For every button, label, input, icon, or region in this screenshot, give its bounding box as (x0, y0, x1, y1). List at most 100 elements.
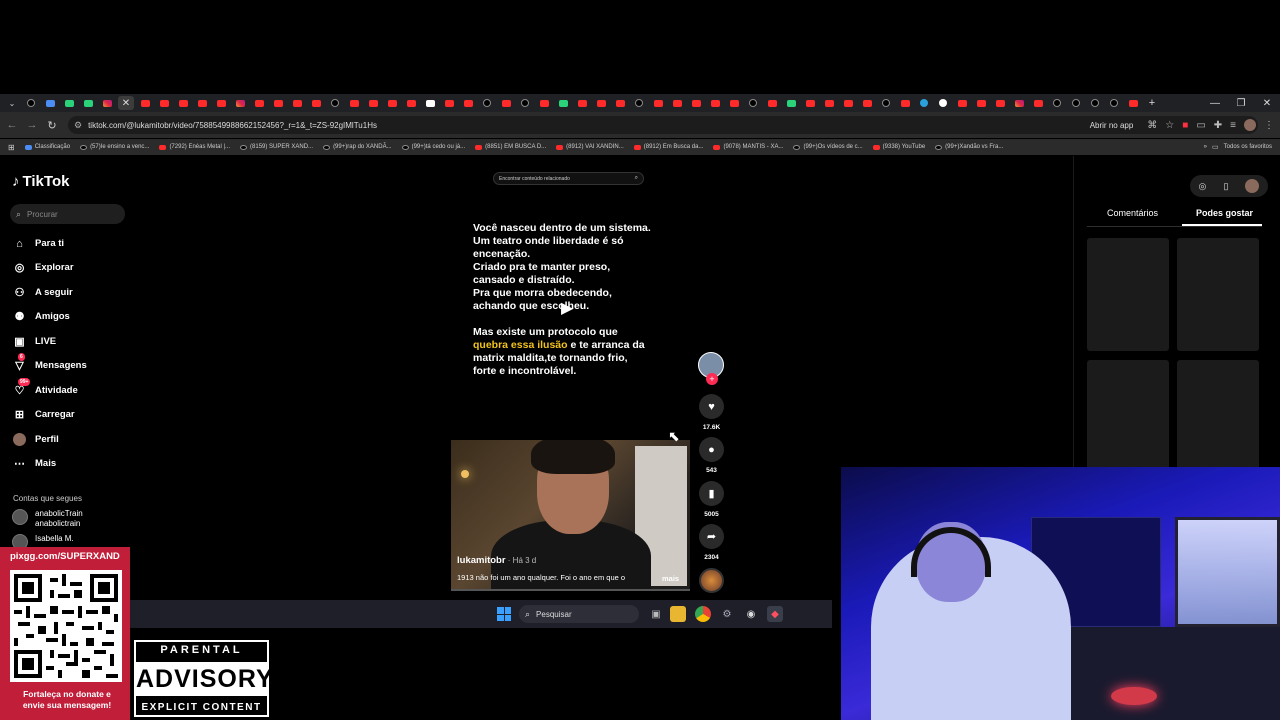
share-button[interactable]: ➦ (699, 524, 724, 549)
browser-tab[interactable] (327, 96, 343, 110)
browser-tab[interactable] (954, 96, 970, 110)
bookmark-item[interactable]: (8851) EM BUSCA D... (475, 144, 546, 150)
bookmark-item[interactable]: (8912) VAI XANDIN... (556, 144, 624, 150)
browser-tab[interactable] (517, 96, 533, 110)
browser-tab[interactable] (289, 96, 305, 110)
browser-tab[interactable] (764, 96, 780, 110)
sidebar-item-messages[interactable]: ▽ 6 Mensagens (12, 353, 87, 373)
related-search-input[interactable]: Encontrar conteúdo relacionado ⌕ (493, 172, 644, 185)
avatar[interactable] (1245, 179, 1260, 193)
browser-tab[interactable] (555, 96, 571, 110)
browser-tab[interactable] (669, 96, 685, 110)
tiktok-logo[interactable]: ♪ TikTok (12, 173, 69, 190)
open-in-app-button[interactable]: Abrir no app (1083, 118, 1140, 132)
site-info-icon[interactable]: ⚙ (74, 120, 82, 131)
browser-tab[interactable] (726, 96, 742, 110)
extension-icon[interactable]: ■ (1182, 120, 1188, 131)
suggested-video-thumb[interactable] (1087, 360, 1169, 473)
steam-icon[interactable]: ◆ (767, 606, 783, 622)
browser-tab[interactable] (308, 96, 324, 110)
tab-comments[interactable]: Comentários (1107, 208, 1158, 218)
follow-plus-icon[interactable]: + (706, 373, 718, 385)
browser-tab[interactable] (422, 96, 438, 110)
chrome-icon[interactable] (695, 606, 711, 622)
bookmark-item[interactable]: Classificação (24, 144, 70, 150)
bookmark-item[interactable]: (99+)rap do XANDÃ... (323, 144, 392, 150)
tab-search-button[interactable]: ⌄ (4, 96, 20, 110)
browser-tab[interactable] (194, 96, 210, 110)
browser-tab[interactable] (783, 96, 799, 110)
browser-tab[interactable] (536, 96, 552, 110)
bookmark-item[interactable]: (57)Ie ensino a venc... (80, 144, 149, 150)
browser-tab[interactable] (1125, 96, 1141, 110)
browser-tab[interactable] (1087, 96, 1103, 110)
forward-icon[interactable]: → (22, 115, 42, 135)
browser-tab[interactable] (137, 96, 153, 110)
browser-tab[interactable] (935, 96, 951, 110)
browser-tab[interactable] (346, 96, 362, 110)
sidebar-item-profile[interactable]: Perfil (12, 432, 59, 447)
browser-tab[interactable] (1030, 96, 1046, 110)
browser-tab[interactable] (992, 96, 1008, 110)
browser-tab[interactable] (384, 96, 400, 110)
browser-tab[interactable]: ✕ (118, 96, 134, 110)
sidebar-item-live[interactable]: ▣ LIVE (12, 334, 56, 349)
minimize-icon[interactable]: — (1202, 94, 1228, 112)
browser-tab[interactable] (745, 96, 761, 110)
browser-tab[interactable] (1068, 96, 1084, 110)
bookmark-item[interactable]: (99+)Os vídeos de c... (793, 144, 863, 150)
back-icon[interactable]: ← (2, 115, 22, 135)
menu-kebab-icon[interactable]: ⋮ (1264, 120, 1274, 131)
browser-tab[interactable] (897, 96, 913, 110)
browser-tab[interactable] (403, 96, 419, 110)
browser-tab[interactable] (840, 96, 856, 110)
all-bookmarks-link[interactable]: Todos os favoritos (1224, 144, 1272, 150)
browser-tab[interactable] (878, 96, 894, 110)
like-button[interactable]: ♥ (699, 394, 724, 419)
bookmark-star-icon[interactable]: ☆ (1165, 120, 1174, 131)
browser-tab[interactable] (365, 96, 381, 110)
comment-button[interactable]: ● (699, 437, 724, 462)
bookmark-item[interactable]: (8159) SUPER XAND... (240, 144, 313, 150)
suggested-video-thumb[interactable] (1177, 238, 1259, 351)
browser-tab[interactable] (707, 96, 723, 110)
browser-tab[interactable] (650, 96, 666, 110)
save-button[interactable]: ▮ (699, 481, 724, 506)
file-explorer-icon[interactable] (670, 606, 686, 622)
browser-tab[interactable] (479, 96, 495, 110)
task-view-icon[interactable]: ▣ (648, 606, 664, 622)
sidebar-item-for-you[interactable]: ⌂ Para ti (12, 236, 64, 251)
video-author[interactable]: lukamitobr · Há 3 d (457, 555, 536, 566)
media-icon[interactable]: ≡ (1230, 120, 1236, 131)
browser-tab[interactable] (1011, 96, 1027, 110)
sidebar-item-friends[interactable]: ⚉ Amigos (12, 309, 70, 324)
search-input[interactable]: ⌕ Procurar (10, 204, 125, 224)
extensions-puzzle-icon[interactable]: ✚ (1214, 120, 1222, 131)
followed-account[interactable]: anabolicTrain anabolictrain (12, 509, 83, 528)
browser-tab[interactable] (270, 96, 286, 110)
browser-tab[interactable] (1049, 96, 1065, 110)
bookmark-item[interactable]: (7292) Enéas Metal |... (159, 144, 230, 150)
new-tab-button[interactable]: + (1144, 96, 1160, 110)
browser-tab[interactable] (251, 96, 267, 110)
profile-avatar-icon[interactable] (1244, 119, 1256, 131)
suggested-video-thumb[interactable] (1177, 360, 1259, 473)
tab-you-may-like[interactable]: Podes gostar (1196, 208, 1253, 218)
apps-grid-icon[interactable]: ⊞ (8, 143, 15, 152)
play-icon[interactable]: ▶ (561, 298, 573, 318)
sidebar-item-activity[interactable]: ♡ 99+ Atividade (12, 378, 78, 398)
bookmark-item[interactable]: (99+)tá cedo ou já... (401, 144, 465, 150)
browser-tab[interactable] (80, 96, 96, 110)
browser-tab[interactable] (821, 96, 837, 110)
browser-tab[interactable] (916, 96, 932, 110)
more-button[interactable]: mais (662, 574, 679, 583)
bookmark-item[interactable]: (99+)Xandão vs Fra... (935, 144, 1003, 150)
cast-icon[interactable]: ▭ (1196, 120, 1205, 131)
browser-tab[interactable] (593, 96, 609, 110)
url-field[interactable]: ⚙ tiktok.com/@lukamitobr/video/758854998… (68, 116, 1258, 134)
browser-tab[interactable] (42, 96, 58, 110)
reload-icon[interactable]: ↻ (42, 115, 62, 135)
close-window-icon[interactable]: ✕ (1254, 94, 1280, 112)
browser-tab[interactable] (213, 96, 229, 110)
taskbar-search[interactable]: ⌕ Pesquisar (519, 605, 639, 623)
